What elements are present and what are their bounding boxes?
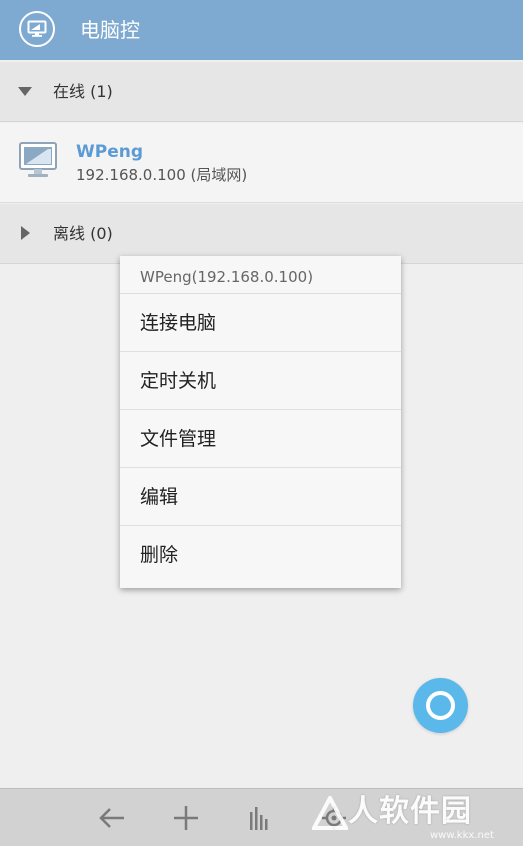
watermark-text: 人软件园 [348,794,472,829]
context-menu: WPeng(192.168.0.100) 连接电脑 定时关机 文件管理 编辑 删… [120,256,401,588]
floating-action-button[interactable] [413,678,468,733]
app-title: 电脑控 [80,18,140,42]
menu-item-label: 定时关机 [140,370,217,392]
menu-item-edit[interactable]: 编辑 [120,468,401,526]
monitor-icon [18,140,58,180]
context-menu-title: WPeng(192.168.0.100) [120,256,401,294]
device-name: WPeng [76,142,144,162]
watermark-url: www.kkx.net [430,830,494,841]
add-button[interactable] [169,801,203,835]
menu-item-file-manager[interactable]: 文件管理 [120,410,401,468]
menu-item-label: 删除 [140,544,179,566]
back-button[interactable] [95,801,129,835]
app-screen: 电脑控 在线 (1) WPeng 192.168.0.100 (局域网) 离线 … [0,0,523,846]
menu-item-connect[interactable]: 连接电脑 [120,294,401,352]
ring-icon [426,691,455,720]
collapse-arrow-icon [21,226,30,240]
back-arrow-icon [99,808,124,828]
menu-item-delete[interactable]: 删除 [120,526,401,584]
group-label-offline: 离线 (0) [53,224,113,243]
menu-item-label: 编辑 [140,486,179,508]
device-row[interactable]: WPeng 192.168.0.100 (局域网) [0,123,523,203]
device-address: 192.168.0.100 (局域网) [76,166,248,184]
monitor-icon[interactable] [19,11,55,47]
app-header: 电脑控 [0,0,523,60]
stats-button[interactable] [243,801,277,835]
menu-item-label: 连接电脑 [140,312,217,334]
watermark-logo: 人软件园 www.kkx.net [312,790,518,844]
expand-arrow-icon [18,87,32,96]
plus-icon [174,806,198,830]
menu-item-timed-shutdown[interactable]: 定时关机 [120,352,401,410]
bar-chart-icon [250,807,268,830]
context-menu-title-text: WPeng(192.168.0.100) [140,268,314,286]
group-header-online[interactable]: 在线 (1) [0,62,523,122]
watermark-logo-icon [312,796,348,830]
group-label-online: 在线 (1) [53,82,113,101]
group-header-offline[interactable]: 离线 (0) [0,204,523,264]
menu-item-label: 文件管理 [140,428,217,450]
